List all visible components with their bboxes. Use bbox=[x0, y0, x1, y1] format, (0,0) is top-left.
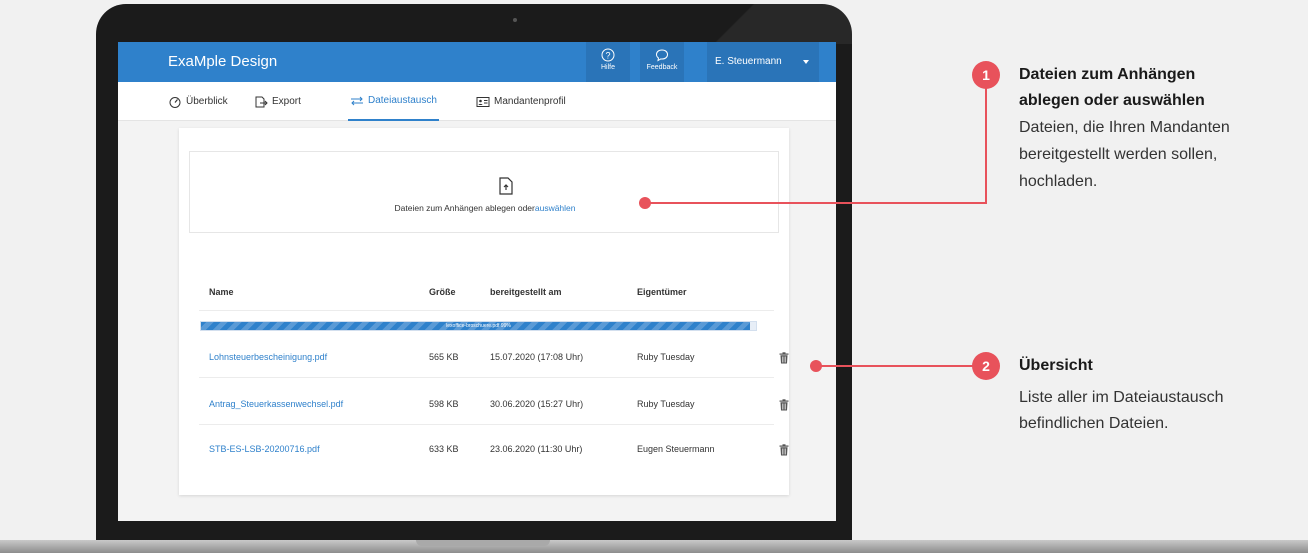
tab-label: Mandantenprofil bbox=[494, 96, 566, 107]
table-row: Antrag_Steuerkassenwechsel.pdf 598 KB 30… bbox=[199, 385, 789, 425]
table-row: Lohnsteuerbescheinigung.pdf 565 KB 15.07… bbox=[199, 338, 789, 378]
annotation-2-desc-line1: Liste aller im Dateiaustausch bbox=[1019, 389, 1224, 406]
annotation-1-line-vertical bbox=[985, 88, 987, 204]
table-row: STB-ES-LSB-20200716.pdf 633 KB 23.06.202… bbox=[199, 430, 789, 470]
annotation-2-line bbox=[816, 365, 976, 367]
camera bbox=[513, 18, 517, 22]
header-size[interactable]: Größe bbox=[429, 287, 456, 297]
gauge-icon bbox=[169, 96, 181, 108]
annotation-1-desc-line1: Dateien, die Ihren Mandanten bbox=[1019, 119, 1230, 136]
upload-progress-label: lexoffice-broschuere.pdf 99% bbox=[446, 323, 511, 329]
table-header-divider bbox=[199, 310, 774, 311]
svg-text:?: ? bbox=[605, 51, 610, 61]
caret-down-icon bbox=[803, 60, 809, 64]
dropzone-text: Dateien zum Anhängen ablegen oderauswähl… bbox=[190, 203, 780, 213]
help-label: Hilfe bbox=[600, 64, 615, 71]
header-owner[interactable]: Eigentümer bbox=[637, 287, 687, 297]
file-owner: Ruby Tuesday bbox=[637, 352, 695, 362]
header-date[interactable]: bereitgestellt am bbox=[490, 287, 562, 297]
tab-label: Dateiaustausch bbox=[368, 95, 437, 106]
feedback-label: Feedback bbox=[646, 64, 678, 71]
tab-file-exchange[interactable]: Dateiaustausch bbox=[348, 82, 439, 121]
file-date: 15.07.2020 (17:08 Uhr) bbox=[490, 352, 584, 362]
upload-progress-bar: lexoffice-broschuere.pdf 99% bbox=[200, 321, 757, 331]
help-icon: ? bbox=[601, 48, 615, 62]
file-date: 30.06.2020 (15:27 Uhr) bbox=[490, 399, 584, 409]
annotation-1-desc-line3: hochladen. bbox=[1019, 173, 1098, 190]
annotation-2-desc-line2: befindlichen Dateien. bbox=[1019, 415, 1169, 432]
chat-bubble-icon bbox=[655, 49, 669, 62]
dropzone-label: Dateien zum Anhängen ablegen oder bbox=[394, 203, 535, 213]
export-icon bbox=[255, 96, 268, 107]
file-dropzone[interactable]: Dateien zum Anhängen ablegen oderauswähl… bbox=[189, 151, 779, 233]
laptop-glare bbox=[660, 4, 852, 44]
header-name[interactable]: Name bbox=[209, 287, 234, 297]
user-menu-button[interactable]: E. Steuermann bbox=[707, 42, 819, 82]
annotation-2-title: Übersicht bbox=[1019, 357, 1093, 374]
id-card-icon bbox=[476, 96, 490, 107]
tab-bar: Überblick Export Dateiaustausch Mandante… bbox=[118, 82, 836, 121]
file-size: 565 KB bbox=[429, 352, 459, 362]
annotation-1-line bbox=[645, 202, 986, 204]
file-link[interactable]: Antrag_Steuerkassenwechsel.pdf bbox=[209, 399, 343, 409]
file-owner: Ruby Tuesday bbox=[637, 399, 695, 409]
file-date: 23.06.2020 (11:30 Uhr) bbox=[490, 444, 583, 454]
tab-client-profile[interactable]: Mandantenprofil bbox=[476, 82, 566, 121]
file-link[interactable]: STB-ES-LSB-20200716.pdf bbox=[209, 444, 320, 454]
file-exchange-card: Dateien zum Anhängen ablegen oderauswähl… bbox=[179, 128, 789, 495]
trash-icon[interactable] bbox=[779, 399, 789, 411]
swap-arrows-icon bbox=[351, 96, 363, 105]
app-screen: ExaMple Design ? Hilfe Feedback E. Steue… bbox=[118, 42, 836, 521]
select-files-link[interactable]: auswählen bbox=[535, 203, 576, 213]
trash-icon[interactable] bbox=[779, 352, 789, 364]
tab-label: Export bbox=[272, 96, 301, 107]
annotation-1-title-line2: ablegen oder auswählen bbox=[1019, 92, 1205, 109]
laptop-base-notch bbox=[416, 540, 550, 546]
annotation-1-badge: 1 bbox=[972, 61, 1000, 89]
feedback-button[interactable]: Feedback bbox=[640, 42, 684, 82]
file-size: 633 KB bbox=[429, 444, 459, 454]
file-owner: Eugen Steuermann bbox=[637, 444, 715, 454]
tab-label: Überblick bbox=[186, 96, 228, 107]
help-button[interactable]: ? Hilfe bbox=[586, 42, 630, 82]
trash-icon[interactable] bbox=[779, 444, 789, 456]
file-link[interactable]: Lohnsteuerbescheinigung.pdf bbox=[209, 352, 327, 362]
annotation-2-badge: 2 bbox=[972, 352, 1000, 380]
tab-export[interactable]: Export bbox=[254, 82, 301, 121]
file-size: 598 KB bbox=[429, 399, 459, 409]
annotation-1-title-line1: Dateien zum Anhängen bbox=[1019, 66, 1196, 83]
app-title: ExaMple Design bbox=[168, 53, 278, 70]
user-name: E. Steuermann bbox=[715, 56, 782, 67]
annotation-1-desc-line2: bereitgestellt werden sollen, bbox=[1019, 146, 1218, 163]
upload-file-icon bbox=[499, 177, 513, 195]
app-header: ExaMple Design ? Hilfe Feedback E. Steue… bbox=[118, 42, 836, 82]
tab-overview[interactable]: Überblick bbox=[168, 82, 228, 121]
laptop-base bbox=[0, 540, 1308, 553]
